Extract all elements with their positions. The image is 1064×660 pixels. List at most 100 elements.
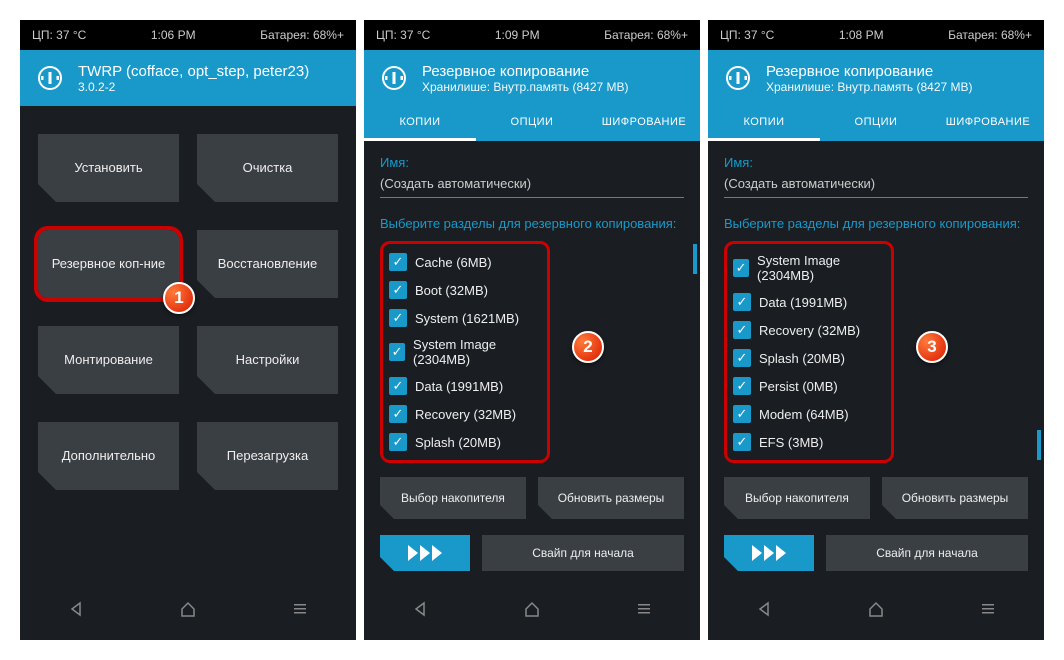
- checkbox-icon: ✓: [733, 377, 751, 395]
- refresh-sizes-button[interactable]: Обновить размеры: [538, 477, 684, 519]
- header: Резервное копирование Хранилише: Внутр.п…: [364, 50, 700, 106]
- screen-main: ЦП: 37 °C 1:06 PM Батарея: 68%+ TWRP (co…: [20, 20, 356, 640]
- callout-badge-1: 1: [163, 282, 195, 314]
- status-bar: ЦП: 37 °C 1:09 PM Батарея: 68%+: [364, 20, 700, 50]
- callout-badge-2: 2: [572, 331, 604, 363]
- status-cpu: ЦП: 37 °C: [720, 28, 774, 42]
- header-title: Резервное копирование: [422, 63, 629, 80]
- back-icon[interactable]: [410, 599, 430, 624]
- partition-row[interactable]: ✓System Image (2304MB): [385, 332, 545, 372]
- status-time: 1:09 PM: [495, 28, 540, 42]
- name-field[interactable]: (Создать автоматически): [380, 176, 684, 198]
- checkbox-icon: ✓: [733, 293, 751, 311]
- name-field[interactable]: (Создать автоматически): [724, 176, 1028, 198]
- select-storage-button[interactable]: Выбор накопителя: [380, 477, 526, 519]
- swipe-arrows-icon: [380, 535, 470, 571]
- back-icon[interactable]: [754, 599, 774, 624]
- advanced-button[interactable]: Дополнительно: [38, 422, 179, 490]
- partition-list: ✓System Image (2304MB) ✓Data (1991MB) ✓R…: [724, 241, 894, 463]
- tab-copies[interactable]: КОПИИ: [708, 106, 820, 141]
- partition-row[interactable]: ✓Recovery (32MB): [385, 400, 545, 428]
- backup-button[interactable]: Резервное коп-ние: [38, 230, 179, 298]
- checkbox-icon: ✓: [733, 259, 749, 277]
- partition-row[interactable]: ✓Recovery (32MB): [729, 316, 889, 344]
- tab-options[interactable]: ОПЦИИ: [476, 106, 588, 141]
- mount-button[interactable]: Монтирование: [38, 326, 179, 394]
- partition-row[interactable]: ✓Cache (6MB): [385, 248, 545, 276]
- callout-badge-3: 3: [916, 331, 948, 363]
- checkbox-icon: ✓: [733, 405, 751, 423]
- menu-icon[interactable]: [290, 599, 310, 624]
- select-storage-button[interactable]: Выбор накопителя: [724, 477, 870, 519]
- checkbox-icon: ✓: [389, 377, 407, 395]
- checkbox-icon: ✓: [389, 405, 407, 423]
- swipe-arrows-icon: [724, 535, 814, 571]
- screen-backup-2: ЦП: 37 °C 1:08 PM Батарея: 68%+ Резервно…: [708, 20, 1044, 640]
- partition-section-label: Выберите разделы для резервного копирова…: [724, 216, 1028, 231]
- restore-button[interactable]: Восстановление: [197, 230, 338, 298]
- home-icon[interactable]: [178, 599, 198, 624]
- nav-bar: [708, 585, 1044, 640]
- header-subtitle: 3.0.2-2: [78, 80, 309, 94]
- menu-icon[interactable]: [978, 599, 998, 624]
- main-menu: Установить Очистка Резервное коп-ние 1 В…: [20, 106, 356, 585]
- checkbox-icon: ✓: [389, 309, 407, 327]
- wipe-button[interactable]: Очистка: [197, 134, 338, 202]
- tabs: КОПИИ ОПЦИИ ШИФРОВАНИЕ: [364, 106, 700, 141]
- partition-row[interactable]: ✓Modem (64MB): [729, 400, 889, 428]
- partition-row[interactable]: ✓Data (1991MB): [385, 372, 545, 400]
- nav-bar: [20, 585, 356, 640]
- header: Резервное копирование Хранилише: Внутр.п…: [708, 50, 1044, 106]
- header: TWRP (cofface, opt_step, peter23) 3.0.2-…: [20, 50, 356, 106]
- checkbox-icon: ✓: [733, 349, 751, 367]
- swipe-label: Свайп для начала: [826, 535, 1028, 571]
- tab-copies[interactable]: КОПИИ: [364, 106, 476, 141]
- checkbox-icon: ✓: [389, 281, 407, 299]
- status-cpu: ЦП: 37 °C: [32, 28, 86, 42]
- twrp-logo-icon: [376, 60, 412, 96]
- tab-options[interactable]: ОПЦИИ: [820, 106, 932, 141]
- partition-list: ✓Cache (6MB) ✓Boot (32MB) ✓System (1621M…: [380, 241, 550, 463]
- tabs: КОПИИ ОПЦИИ ШИФРОВАНИЕ: [708, 106, 1044, 141]
- partition-row[interactable]: ✓Splash (20MB): [385, 428, 545, 456]
- partition-row[interactable]: ✓EFS (3MB): [729, 428, 889, 456]
- swipe-to-start[interactable]: Свайп для начала: [724, 535, 1028, 571]
- status-time: 1:06 PM: [151, 28, 196, 42]
- refresh-sizes-button[interactable]: Обновить размеры: [882, 477, 1028, 519]
- name-label: Имя:: [380, 155, 684, 170]
- scrollbar[interactable]: [1037, 430, 1041, 460]
- menu-icon[interactable]: [634, 599, 654, 624]
- swipe-to-start[interactable]: Свайп для начала: [380, 535, 684, 571]
- settings-button[interactable]: Настройки: [197, 326, 338, 394]
- back-icon[interactable]: [66, 599, 86, 624]
- twrp-logo-icon: [32, 60, 68, 96]
- partition-row[interactable]: ✓Boot (32MB): [385, 276, 545, 304]
- status-battery: Батарея: 68%+: [948, 28, 1032, 42]
- checkbox-icon: ✓: [389, 253, 407, 271]
- checkbox-icon: ✓: [733, 321, 751, 339]
- home-icon[interactable]: [866, 599, 886, 624]
- header-subtitle: Хранилише: Внутр.память (8427 MB): [422, 80, 629, 94]
- partition-row[interactable]: ✓System Image (2304MB): [729, 248, 889, 288]
- home-icon[interactable]: [522, 599, 542, 624]
- checkbox-icon: ✓: [389, 433, 407, 451]
- checkbox-icon: ✓: [733, 433, 751, 451]
- partition-row[interactable]: ✓Splash (20MB): [729, 344, 889, 372]
- twrp-logo-icon: [720, 60, 756, 96]
- checkbox-icon: ✓: [389, 343, 405, 361]
- tab-encryption[interactable]: ШИФРОВАНИЕ: [588, 106, 700, 141]
- reboot-button[interactable]: Перезагрузка: [197, 422, 338, 490]
- partition-row[interactable]: ✓Data (1991MB): [729, 288, 889, 316]
- install-button[interactable]: Установить: [38, 134, 179, 202]
- content: Имя: (Создать автоматически) Выберите ра…: [364, 141, 700, 585]
- status-bar: ЦП: 37 °C 1:08 PM Батарея: 68%+: [708, 20, 1044, 50]
- status-battery: Батарея: 68%+: [260, 28, 344, 42]
- partition-row[interactable]: ✓Persist (0MB): [729, 372, 889, 400]
- partition-row[interactable]: ✓System (1621MB): [385, 304, 545, 332]
- scrollbar[interactable]: [693, 244, 697, 274]
- header-title: Резервное копирование: [766, 63, 973, 80]
- header-subtitle: Хранилише: Внутр.память (8427 MB): [766, 80, 973, 94]
- partition-section-label: Выберите разделы для резервного копирова…: [380, 216, 684, 231]
- swipe-label: Свайп для начала: [482, 535, 684, 571]
- tab-encryption[interactable]: ШИФРОВАНИЕ: [932, 106, 1044, 141]
